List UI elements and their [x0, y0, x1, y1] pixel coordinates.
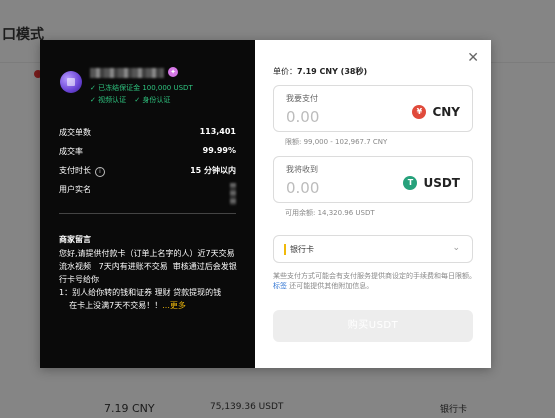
payment-method-select[interactable]: 银行卡 ⌄ — [273, 235, 473, 263]
stat-label: 支付时长 — [59, 166, 91, 175]
unit-price: 单价：7.19 CNY (38秒) — [273, 66, 367, 77]
verification-badges: ✓ 视频认证 ✓ 身份认证 — [90, 95, 176, 105]
merchant-badge-icon: ✦ — [168, 67, 178, 77]
receive-label: 我将收到 — [286, 165, 318, 174]
stat-label-wrap: 支付时长 i — [59, 165, 105, 177]
id-verified: ✓ 身份认证 — [134, 96, 171, 104]
real-name-blurred — [230, 183, 236, 205]
message-text: 您好,请提供付款卡（订单上名字的人）近7天交易流水视频 7天内有进账不交易 审核… — [59, 249, 237, 310]
payment-note: 某些支付方式可能会有支付服务提供商设定的手续费和每日限额。标签 还可能提供其他附… — [273, 271, 478, 291]
stat-payment-time: 支付时长 i 15 分钟以内 — [59, 165, 236, 177]
pay-currency-label: CNY — [432, 105, 460, 119]
pay-amount-field[interactable]: 我要支付 0.00 ¥ CNY — [273, 85, 473, 132]
unit-price-label: 单价： — [273, 67, 297, 76]
stat-completion-rate: 成交率 99.99% — [59, 146, 236, 157]
stat-label: 成交单数 — [59, 128, 91, 137]
chevron-down-icon: ⌄ — [452, 243, 460, 253]
receive-currency-label: USDT — [423, 176, 460, 190]
buy-modal: ✦ ✓ 已冻结保证金 100,000 USDT ✓ 视频认证 ✓ 身份认证 成交… — [40, 40, 491, 368]
panel-divider — [59, 213, 236, 214]
note-text: 某些支付方式可能会有支付服务提供商设定的手续费和每日限额。 — [273, 272, 476, 280]
pay-currency: ¥ CNY — [412, 105, 460, 119]
stat-value: 113,401 — [199, 127, 236, 136]
stat-label: 成交率 — [59, 147, 83, 156]
cny-icon: ¥ — [412, 105, 427, 119]
close-icon[interactable]: ✕ — [467, 50, 479, 66]
note-text-suffix: 还可能提供其他附加信息。 — [287, 282, 374, 290]
order-panel: ✕ 单价：7.19 CNY (38秒) 我要支付 0.00 ¥ CNY 限额: … — [255, 40, 491, 368]
receive-currency: T USDT — [403, 176, 460, 190]
deposit-verified: ✓ 已冻结保证金 100,000 USDT — [90, 84, 193, 92]
message-title: 商家留言 — [59, 235, 91, 244]
receive-amount-field[interactable]: 我将收到 0.00 T USDT — [273, 156, 473, 203]
stat-real-name: 用户实名 — [59, 184, 236, 195]
stat-orders: 成交单数 113,401 — [59, 127, 236, 138]
stat-label: 用户实名 — [59, 185, 91, 194]
merchant-panel: ✦ ✓ 已冻结保证金 100,000 USDT ✓ 视频认证 ✓ 身份认证 成交… — [40, 40, 255, 368]
buy-usdt-button[interactable]: 购买USDT — [273, 310, 473, 342]
message-body: 您好,请提供付款卡（订单上名字的人）近7天交易流水视频 7天内有进账不交易 审核… — [59, 247, 239, 312]
payment-method-marker — [284, 244, 286, 255]
info-icon[interactable]: i — [95, 167, 105, 177]
merchant-name-blurred — [90, 68, 164, 78]
pay-amount-input[interactable]: 0.00 — [286, 108, 319, 126]
pay-limit: 限额: 99,000 - 102,967.7 CNY — [285, 138, 388, 146]
usdt-icon: T — [403, 176, 418, 190]
stat-value: 99.99% — [202, 146, 236, 155]
payment-method-value: 银行卡 — [290, 245, 314, 254]
pay-label: 我要支付 — [286, 94, 318, 103]
stat-value: 15 分钟以内 — [190, 166, 236, 175]
unit-price-value: 7.19 CNY (38秒) — [297, 67, 368, 76]
available-balance: 可用余额: 14,320.96 USDT — [285, 209, 375, 217]
avatar — [60, 71, 82, 93]
receive-amount-input[interactable]: 0.00 — [286, 179, 319, 197]
note-link[interactable]: 标签 — [273, 282, 287, 290]
video-verified: ✓ 视频认证 — [90, 96, 127, 104]
more-link[interactable]: ...更多 — [162, 301, 186, 310]
